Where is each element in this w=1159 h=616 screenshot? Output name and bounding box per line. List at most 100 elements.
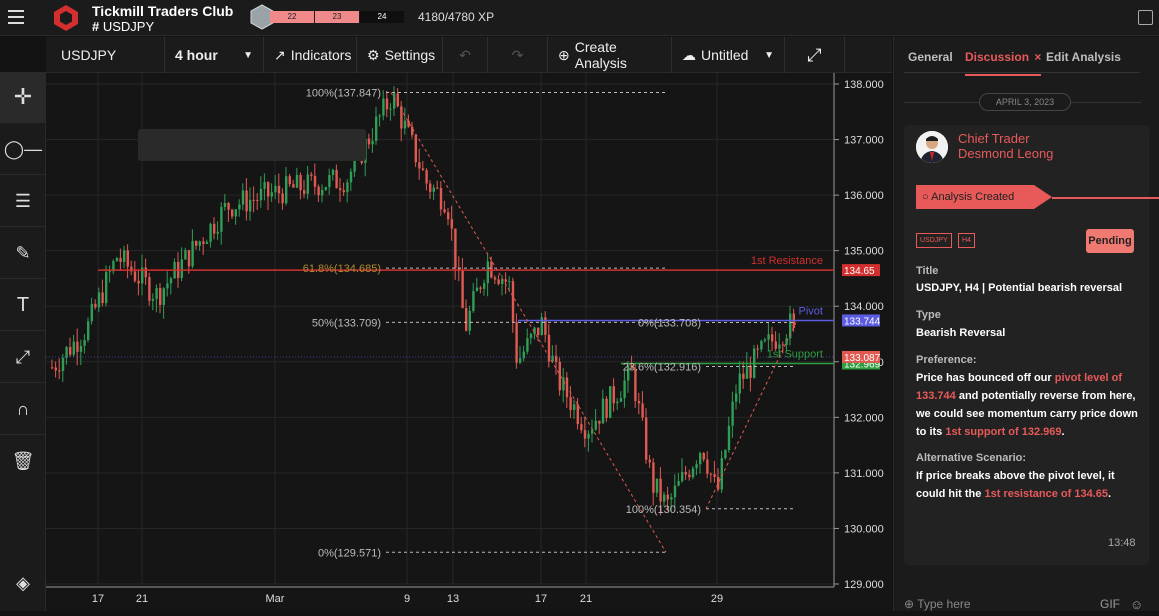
magnet-tool[interactable]: ∩: [0, 384, 46, 435]
title-label: Title: [916, 265, 939, 277]
x-tick-label: 17: [92, 593, 104, 605]
candle-body: [454, 228, 457, 269]
candle-body: [573, 404, 576, 410]
alt-resistance: 1st resistance of 134.65: [984, 488, 1108, 500]
tab-discussion-label: Discussion: [965, 50, 1030, 64]
candle-body: [321, 190, 324, 196]
candle-body: [634, 368, 637, 401]
message-input[interactable]: ⊕ Type here: [904, 597, 971, 611]
candle-body: [241, 190, 245, 205]
create-analysis-label: Create Analysis: [574, 39, 627, 71]
fib-trend-line: [390, 92, 667, 553]
tab-general[interactable]: General: [908, 50, 953, 64]
divider: [1071, 102, 1141, 103]
symbol-tag: USDJPY: [916, 233, 952, 248]
candle-body: [306, 174, 309, 194]
price-tag-label: 134.65: [844, 266, 875, 277]
candle-body: [267, 182, 270, 197]
x-tick-label: 13: [447, 593, 459, 605]
undo-button[interactable]: ↶: [443, 37, 488, 73]
author-role: Chief Trader: [958, 131, 1030, 146]
candle-body: [673, 485, 677, 498]
level-label: Pivot: [799, 305, 823, 317]
candle-body: [90, 303, 93, 322]
banner-line: [1052, 197, 1159, 199]
candle-body: [108, 271, 111, 273]
symbol-selector[interactable]: USDJPY: [46, 37, 165, 73]
fib-label: 100%(137.847): [306, 88, 381, 100]
candle-body: [285, 176, 288, 204]
fib-label: 23.6%(132.916): [623, 361, 701, 373]
close-icon[interactable]: ×: [1034, 50, 1041, 64]
message-time: 13:48: [1108, 537, 1136, 549]
candle-body: [324, 187, 327, 191]
pattern-tool[interactable]: ⤢: [0, 332, 46, 383]
chevron-down-icon: ▼: [764, 49, 774, 61]
analysis-created-label: Analysis Created: [931, 191, 1015, 203]
candle-body: [61, 357, 65, 372]
tab-discussion[interactable]: Discussion ×: [965, 50, 1042, 76]
fib-trend-line: [705, 322, 797, 509]
candle-body: [526, 338, 529, 352]
alt-scenario-text: If price breaks above the pivot level, i…: [916, 467, 1142, 503]
crosshair-icon: ✛: [13, 84, 33, 109]
candle-body: [713, 474, 716, 477]
emoji-icon[interactable]: ☺: [1130, 597, 1143, 612]
gif-button[interactable]: GIF: [1100, 597, 1120, 611]
candle-body: [612, 386, 615, 404]
menu-icon[interactable]: [8, 10, 24, 24]
indicators-button[interactable]: ↗ Indicators: [264, 37, 357, 73]
fullscreen-icon[interactable]: ⤢: [785, 37, 845, 73]
candle-body: [465, 308, 468, 331]
candle-body: [587, 433, 590, 439]
candle-body: [483, 283, 486, 289]
analysis-title: USDJPY, H4 | Potential bearish reversal: [916, 282, 1123, 294]
fib-label: 61.8%(134.685): [303, 263, 381, 275]
candle-body: [87, 321, 90, 340]
panel-tabs: General Discussion × Edit Analysis: [904, 37, 1140, 76]
candle-body: [583, 430, 587, 439]
candle-body: [756, 348, 759, 350]
interval-dropdown[interactable]: 4 hour ▼: [165, 37, 264, 73]
indicators-icon: ↗: [274, 46, 286, 63]
text-tool[interactable]: T: [0, 280, 46, 331]
candle-body: [148, 277, 151, 301]
level-22: 22: [270, 11, 314, 23]
preference-label: Preference:: [916, 354, 977, 366]
candle-body: [637, 400, 641, 404]
trendline-tool[interactable]: ◯—: [0, 124, 46, 175]
delete-tool[interactable]: 🗑: [0, 436, 46, 487]
crosshair-tool[interactable]: ✛: [0, 72, 46, 123]
candle-body: [69, 346, 72, 355]
plus-circle-icon[interactable]: ⊕: [904, 597, 914, 611]
candle-body: [216, 231, 219, 234]
bulb-icon: ○: [922, 191, 929, 203]
candle-body: [65, 346, 68, 358]
candle-body: [151, 298, 155, 301]
candle-body: [310, 174, 313, 176]
candle-body: [709, 473, 713, 475]
level-label: 1st Resistance: [751, 255, 823, 267]
candle-body: [137, 280, 140, 284]
candle-body: [231, 209, 234, 217]
channel-symbol-label: USDJPY: [102, 19, 155, 34]
candle-body: [281, 193, 284, 204]
candle-body: [619, 398, 623, 402]
brush-tool[interactable]: ✎: [0, 228, 46, 279]
redo-button[interactable]: ↷: [488, 37, 548, 73]
tab-edit-analysis[interactable]: Edit Analysis: [1046, 50, 1121, 64]
channel-symbol: # USDJPY: [92, 19, 154, 34]
chat-toggle-icon[interactable]: [1138, 10, 1153, 25]
price-chart[interactable]: 138.000 137.000 136.000 135.000 134.000 133.0…: [46, 73, 892, 611]
candle-body: [288, 176, 291, 185]
layers-tool[interactable]: ◈: [0, 558, 46, 609]
candle-body: [677, 481, 680, 486]
candle-body: [745, 365, 749, 379]
candle-body: [159, 287, 162, 305]
fib-tool[interactable]: ☰: [0, 176, 46, 227]
candle-body: [180, 259, 183, 279]
settings-button[interactable]: ⚙ Settings: [357, 37, 443, 73]
create-analysis-button[interactable]: ⊕ Create Analysis: [548, 37, 672, 73]
candle-body: [274, 185, 277, 193]
save-dropdown[interactable]: ☁ Untitled ▼: [672, 37, 785, 73]
